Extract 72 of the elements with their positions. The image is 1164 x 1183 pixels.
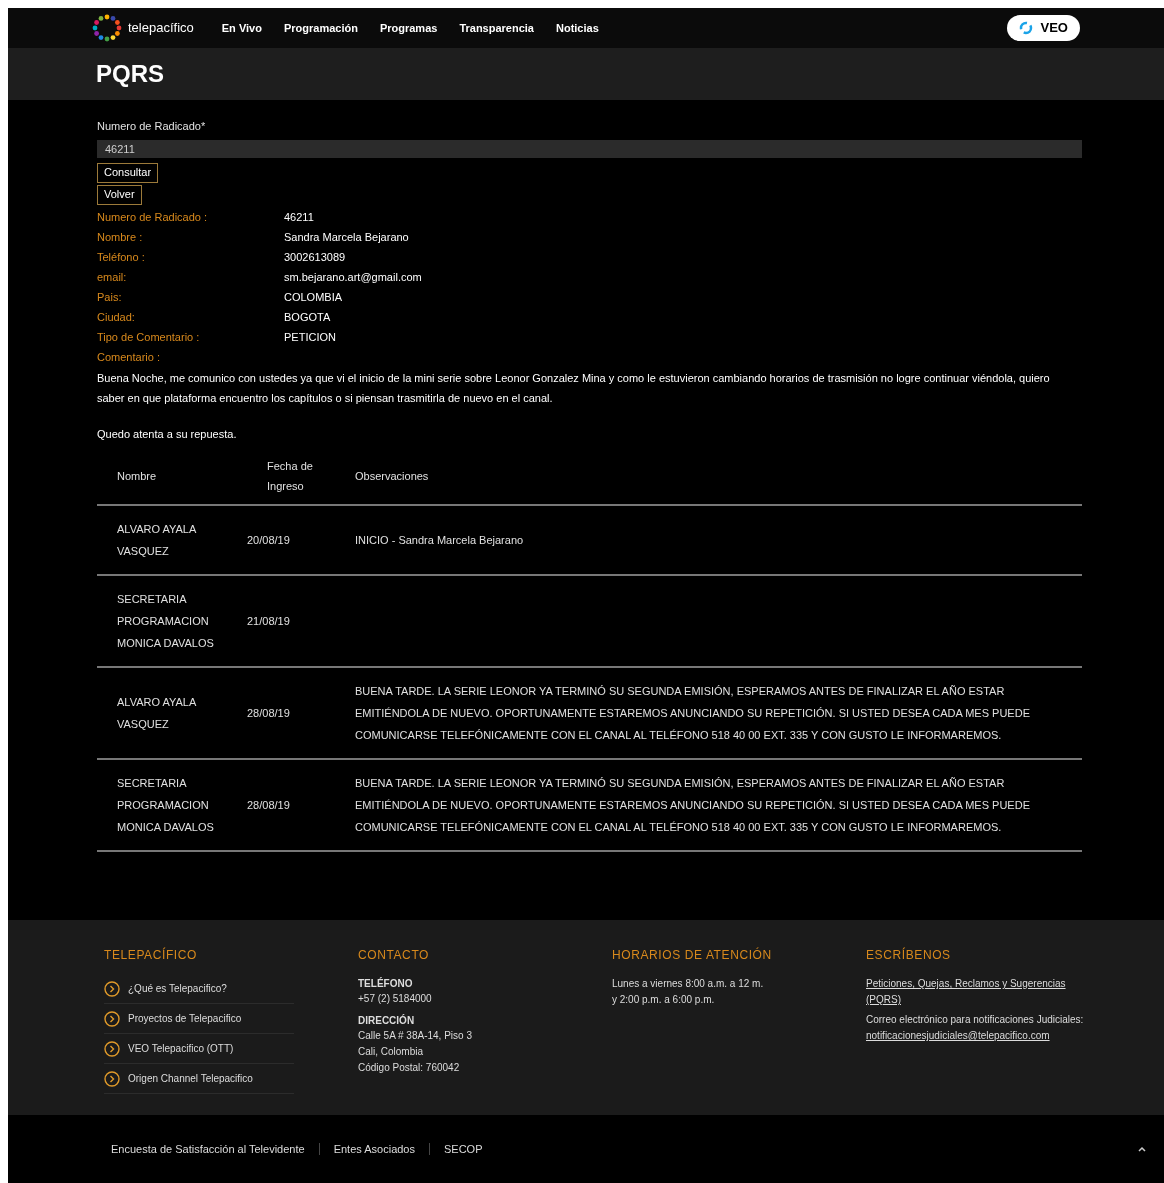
address-line: Calle 5A # 38A-14, Piso 3 [358, 1029, 473, 1043]
column-header: Nombre [97, 447, 247, 505]
pqrs-link[interactable]: Peticiones, Quejas, Reclamos y Sugerencias (PQRS) [866, 976, 1066, 1008]
footer-link[interactable]: VEO Telepacifico (OTT) [128, 1041, 234, 1056]
detail-value: PETICION [284, 330, 336, 346]
scroll-up-icon[interactable] [1138, 1146, 1146, 1152]
column-header: Observaciones [335, 447, 1082, 505]
phone-number: +57 (2) 5184000 [358, 992, 433, 1006]
detail-value: Sandra Marcela Bejarano [284, 230, 409, 246]
address-label: DIRECCIÓN [358, 1013, 416, 1028]
address-line: Código Postal: 760042 [358, 1061, 461, 1075]
detail-label: Teléfono : [97, 250, 146, 266]
nav-link[interactable]: En Vivo [221, 19, 262, 37]
detail-value: sm.bejarano.art@gmail.com [284, 270, 422, 286]
radicado-field[interactable]: 46211 [97, 139, 1082, 158]
detail-label: Pais: [97, 290, 123, 306]
phone-label: TELÉFONO [358, 976, 414, 991]
hours-line: Lunes a viernes 8:00 a.m. a 12 m. [612, 977, 765, 991]
detail-label: Ciudad: [97, 310, 136, 326]
table-cell: INICIO - Sandra Marcela Bejarano [355, 533, 524, 546]
bottom-link[interactable]: SECOP [444, 1140, 483, 1158]
form-button[interactable]: Consultar [97, 162, 159, 183]
footer-link[interactable]: Proyectos de Telepacifico [128, 1011, 242, 1026]
footer-heading: HORARIOS DE ATENCIÓN [612, 946, 773, 964]
detail-value: 46211 [284, 210, 314, 226]
hours-line: y 2:00 p.m. a 6:00 p.m. [612, 993, 716, 1007]
chevron-circle-icon [104, 980, 120, 997]
nav-link[interactable]: Programas [379, 19, 438, 37]
footer-link[interactable]: ¿Qué es Telepacifico? [128, 981, 227, 996]
veo-button[interactable]: VEO [1006, 15, 1080, 41]
logo-icon [90, 14, 124, 42]
table-cell: 28/08/19 [247, 798, 290, 811]
table-cell: 21/08/19 [247, 614, 290, 627]
table-cell: 20/08/19 [247, 533, 290, 546]
brand-name[interactable]: telepacífico [128, 18, 194, 38]
chevron-circle-icon [104, 1010, 120, 1027]
nav-link[interactable]: Transparencia [459, 19, 534, 37]
detail-value: COLOMBIA [284, 290, 343, 306]
comment-label: Comentario : [97, 350, 160, 366]
bottom-link[interactable]: Entes Asociados [333, 1140, 415, 1158]
chevron-circle-icon [104, 1040, 120, 1057]
bottom-link[interactable]: Encuesta de Satisfacción al Televidente [111, 1140, 305, 1158]
nav-link[interactable]: Programación [283, 19, 358, 37]
chevron-circle-icon [104, 1070, 120, 1087]
email-link[interactable]: notificacionesjudiciales@telepacifico.com [866, 1028, 1096, 1044]
table-cell: BUENA TARDE. LA SERIE LEONOR YA TERMINÓ SU SEGUNDA EMISIÓN, ESPERAMOS ANTES DE FINALIZAR EL AÑO ESTAR EMITIÉNDOLA DE NUEVO. OPORTUNAMENTE ESTAREMOS ANUNCIANDO SU REPETICIÓN. SI USTED DESEA CADA MES PUEDE COMUNICARSE TELEFÓNICAMENTE CON EL CANAL AL TELÉFONO 518 40 00 EXT. 335 Y CON GUSTO LE INFORMAREMOS. [355, 684, 1030, 741]
detail-value: 3002613089 [284, 250, 346, 266]
detail-label: Numero de Radicado : [97, 210, 209, 226]
detail-value: BOGOTA [284, 310, 331, 326]
table-cell-text: SECRETARIA PROGRAMACION MONICA DAVALOS [117, 591, 215, 651]
page-title: PQRS [96, 59, 164, 89]
veo-logo-icon [1018, 21, 1033, 35]
form-button[interactable]: Volver [97, 184, 142, 205]
column-header: Fecha de Ingreso [247, 447, 335, 505]
footer-link[interactable]: Origen Channel Telepacifico [128, 1071, 253, 1086]
table-cell-text: ALVARO AYALA VASQUEZ [117, 694, 197, 732]
nav-link[interactable]: Noticias [555, 19, 599, 37]
footer-heading: TELEPACÍFICO [104, 946, 198, 964]
detail-label: Tipo de Comentario : [97, 330, 201, 346]
footer-heading: CONTACTO [358, 947, 431, 964]
footer-heading: ESCRÍBENOS [866, 946, 952, 964]
table-cell: BUENA TARDE. LA SERIE LEONOR YA TERMINÓ SU SEGUNDA EMISIÓN, ESPERAMOS ANTES DE FINALIZAR EL AÑO ESTAR EMITIÉNDOLA DE NUEVO. OPORTUNAMENTE ESTAREMOS ANUNCIANDO SU REPETICIÓN. SI USTED DESEA CADA MES PUEDE COMUNICARSE TELEFÓNICAMENTE CON EL CANAL AL TELÉFONO 518 40 00 EXT. 335 Y CON GUSTO LE INFORMAREMOS. [355, 776, 1030, 833]
mail-text: Correo electrónico para notificaciones Judiciales: [866, 1013, 1085, 1027]
comment-text: Quedo atenta a su repuesta. [97, 426, 238, 442]
table-cell-text: SECRETARIA PROGRAMACION MONICA DAVALOS [117, 775, 215, 835]
table-cell-text: ALVARO AYALA VASQUEZ [117, 521, 197, 559]
detail-label: Nombre : [97, 230, 144, 246]
detail-label: email: [97, 270, 128, 286]
table-cell: 28/08/19 [247, 706, 290, 719]
field-label: Numero de Radicado* [97, 119, 207, 134]
comment-text: Buena Noche, me comunico con ustedes ya que vi el inicio de la mini serie sobre Leonor Gonzalez Mina y como le estuvieron cambiando horarios de trasmisión no logre continuar viéndola, quiero saber en que plataforma encuentro los capítulos o si piensan trasmitirla de nuevo en el canal. [97, 370, 1051, 406]
address-line: Cali, Colombia [358, 1045, 425, 1059]
